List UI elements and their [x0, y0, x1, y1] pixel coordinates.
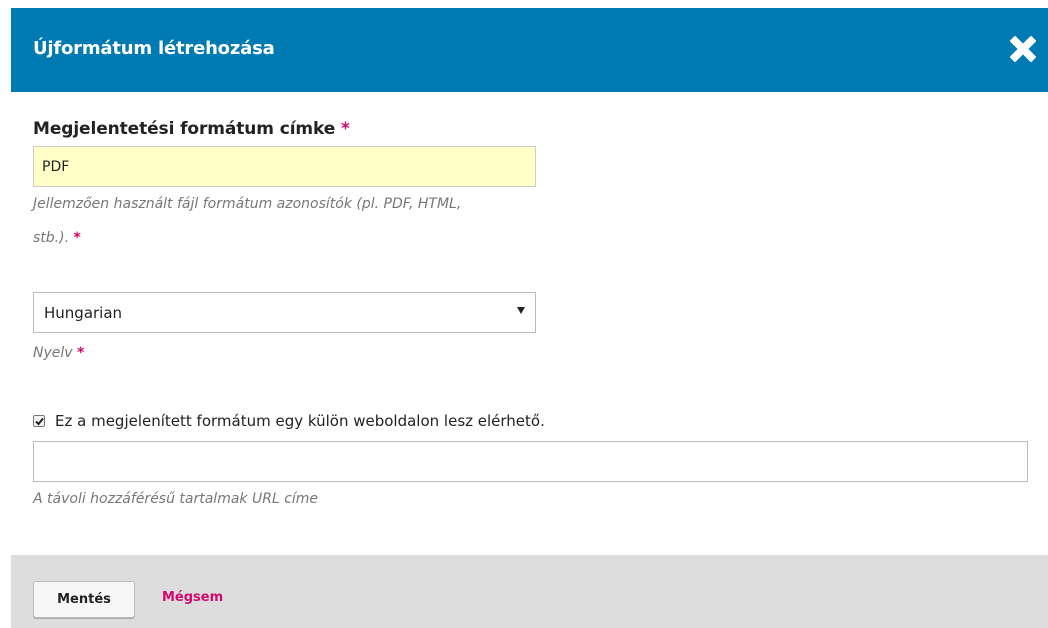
- cancel-link[interactable]: Mégsem: [162, 590, 223, 605]
- format-label-input[interactable]: [33, 146, 536, 187]
- required-mark: *: [341, 119, 350, 139]
- checkmark-icon: [35, 417, 44, 426]
- save-button[interactable]: Mentés: [33, 581, 135, 618]
- close-icon[interactable]: [1006, 32, 1040, 66]
- format-label-help-text-2: stb.).: [33, 230, 70, 246]
- remote-url-help-text: A távoli hozzáférésű tartalmak URL címe: [33, 491, 319, 507]
- modal-footer: Mentés Mégsem: [11, 555, 1048, 628]
- language-selected-value: Hungarian: [44, 304, 123, 322]
- modal-body: Megjelentetési formátum címke * Jellemző…: [11, 92, 1048, 524]
- format-label-help-line2: stb.). *: [33, 221, 81, 255]
- remote-url-input[interactable]: [33, 441, 1028, 482]
- format-label-heading: Megjelentetési formátum címke *: [33, 119, 350, 139]
- format-label-help-text: Jellemzően használt fájl formátum azonos…: [33, 196, 462, 212]
- format-label-text: Megjelentetési formátum címke: [33, 119, 336, 139]
- caret-down-icon: [517, 307, 525, 314]
- required-mark: *: [73, 230, 81, 246]
- remote-format-label[interactable]: Ez a megjelenített formátum egy külön we…: [55, 412, 545, 430]
- language-help-text: Nyelv: [33, 345, 73, 361]
- modal-header: Újformátum létrehozása: [11, 8, 1048, 92]
- language-select[interactable]: Hungarian: [33, 292, 536, 333]
- remote-url-help: A távoli hozzáférésű tartalmak URL címe: [33, 482, 318, 516]
- format-label-help-line1: Jellemzően használt fájl formátum azonos…: [33, 187, 461, 221]
- required-mark: *: [77, 345, 85, 361]
- modal-title: Újformátum létrehozása: [33, 38, 275, 59]
- language-help: Nyelv *: [33, 336, 84, 370]
- remote-format-checkbox[interactable]: [33, 415, 45, 427]
